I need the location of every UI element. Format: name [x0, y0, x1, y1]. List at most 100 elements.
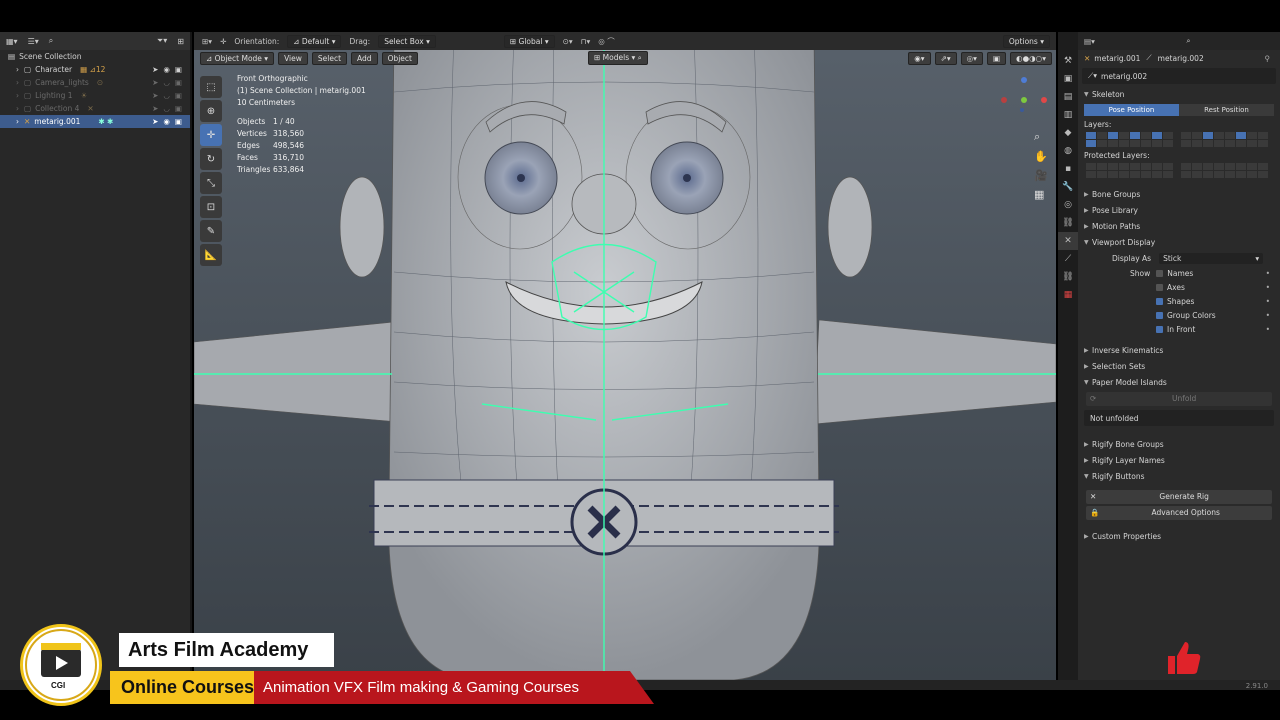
- outliner-item-metarig[interactable]: › ✕ metarig.001 ✱ ✱ ➤ ◉ ▣: [0, 115, 190, 128]
- panel-rigify-buttons[interactable]: ▼ Rigify Buttons: [1078, 468, 1280, 484]
- camera-view-icon[interactable]: 🎥: [1034, 169, 1048, 182]
- transform-orientation-select[interactable]: ⊞ Global ▾: [503, 34, 555, 48]
- proportional-edit-icon[interactable]: ◎ ⌒: [598, 36, 614, 47]
- expand-arrow-icon[interactable]: ›: [16, 104, 24, 113]
- new-collection-icon[interactable]: ⊞: [177, 37, 184, 46]
- world-tab-icon[interactable]: ◍: [1058, 142, 1078, 160]
- menu-select[interactable]: Select: [311, 51, 348, 65]
- menu-add[interactable]: Add: [351, 51, 378, 65]
- bone-constraint-tab-icon[interactable]: ⛓: [1058, 268, 1078, 286]
- annotate-tool-icon[interactable]: ✎: [200, 220, 222, 242]
- names-checkbox[interactable]: [1156, 269, 1164, 277]
- physics-tab-icon[interactable]: ◎: [1058, 196, 1078, 214]
- render-camera-icon[interactable]: ▣: [175, 65, 182, 74]
- shapes-checkbox[interactable]: [1156, 297, 1163, 305]
- panel-rigify-layer-names[interactable]: ▶ Rigify Layer Names: [1078, 452, 1280, 468]
- show-group-colors-row[interactable]: Group Colors •: [1078, 308, 1280, 322]
- search-icon[interactable]: ⌕: [49, 36, 53, 46]
- axes-checkbox[interactable]: [1156, 283, 1163, 291]
- render-tab-icon[interactable]: ▣: [1058, 70, 1078, 88]
- group-colors-checkbox[interactable]: [1156, 311, 1163, 319]
- scene-tab-icon[interactable]: ◆: [1058, 124, 1078, 142]
- object-tab-icon[interactable]: ▪: [1058, 160, 1078, 178]
- advanced-options-button[interactable]: 🔒 Advanced Options: [1086, 506, 1272, 520]
- select-toggle-icon[interactable]: ➤: [152, 78, 158, 87]
- search-icon[interactable]: ⌕: [1186, 36, 1190, 46]
- pivot-point-icon[interactable]: ⊙▾: [563, 37, 573, 46]
- select-toggle-icon[interactable]: ➤: [152, 65, 158, 74]
- editor-type-icon[interactable]: ▦▾: [6, 37, 18, 46]
- visibility-select-icon[interactable]: ◉▾: [908, 51, 931, 65]
- transform-tool-icon[interactable]: ⊡: [200, 196, 222, 218]
- editor-type-icon[interactable]: ▤▾: [1084, 37, 1095, 46]
- armature-data-tab-icon[interactable]: ✕: [1058, 232, 1078, 250]
- pose-position-button[interactable]: Pose Position: [1084, 104, 1179, 116]
- move-tool-icon[interactable]: ✛: [200, 124, 222, 146]
- select-toggle-icon[interactable]: ➤: [152, 91, 158, 100]
- output-tab-icon[interactable]: ▤: [1058, 88, 1078, 106]
- panel-selection-sets[interactable]: ▶ Selection Sets: [1078, 358, 1280, 374]
- zoom-icon[interactable]: ⌕: [1034, 130, 1048, 144]
- select-toggle-icon[interactable]: ➤: [152, 117, 158, 126]
- constraints-tab-icon[interactable]: ⛓: [1058, 214, 1078, 232]
- outliner-item-character[interactable]: › ▢ Character ▦ ⊿12 ➤ ◉ ▣: [0, 63, 190, 76]
- show-names-row[interactable]: Show Names •: [1078, 266, 1280, 280]
- bone-tab-icon[interactable]: ⟋: [1058, 250, 1078, 268]
- select-toggle-icon[interactable]: ➤: [152, 104, 158, 113]
- panel-viewport-display[interactable]: ▼ Viewport Display: [1078, 234, 1280, 250]
- visibility-eye-icon[interactable]: ◡: [163, 104, 170, 113]
- modifier-tab-icon[interactable]: 🔧: [1058, 178, 1078, 196]
- xray-icon[interactable]: ▣: [986, 51, 1007, 65]
- gizmo-icon[interactable]: ⇗▾: [934, 51, 957, 65]
- navigation-gizmo[interactable]: [1000, 72, 1056, 112]
- orientation-select[interactable]: ⊿ Default ▾: [287, 34, 342, 48]
- rest-position-button[interactable]: Rest Position: [1179, 104, 1274, 116]
- display-as-dropdown[interactable]: Stick ▾: [1159, 252, 1264, 264]
- layers-grid[interactable]: [1078, 130, 1280, 149]
- rotate-tool-icon[interactable]: ↻: [200, 148, 222, 170]
- show-in-front-row[interactable]: In Front •: [1078, 322, 1280, 336]
- render-camera-icon[interactable]: ▣: [175, 91, 182, 100]
- outliner-item-collection-4[interactable]: › ▢ Collection 4 ✕ ➤ ◡ ▣: [0, 102, 190, 115]
- show-shapes-row[interactable]: Shapes •: [1078, 294, 1280, 308]
- overlay-icon[interactable]: ◎▾: [960, 51, 983, 65]
- outliner-item-lighting[interactable]: › ▢ Lighting 1 ☀ ➤ ◡ ▣: [0, 89, 190, 102]
- options-button[interactable]: Options ▾: [1002, 34, 1050, 48]
- select-box-tool-icon[interactable]: ⬚: [200, 76, 222, 98]
- panel-skeleton[interactable]: ▼ Skeleton: [1078, 86, 1280, 102]
- unfold-button[interactable]: ⟳ Unfold: [1086, 392, 1272, 406]
- menu-object[interactable]: Object: [381, 51, 418, 65]
- pan-hand-icon[interactable]: ✋: [1034, 150, 1048, 163]
- panel-pose-library[interactable]: ▶ Pose Library: [1078, 202, 1280, 218]
- view-layer-tab-icon[interactable]: ▥: [1058, 106, 1078, 124]
- collection-filter[interactable]: ⊞ Models ▾ ⌕: [588, 51, 648, 65]
- expand-arrow-icon[interactable]: ›: [16, 78, 24, 87]
- transform-pivot-icon[interactable]: ✛: [220, 37, 226, 46]
- scale-tool-icon[interactable]: ⤡: [200, 172, 222, 194]
- generate-rig-button[interactable]: ✕ Generate Rig: [1086, 490, 1272, 504]
- tool-tab-icon[interactable]: ⚒: [1058, 52, 1078, 70]
- visibility-eye-icon[interactable]: ◡: [163, 78, 170, 87]
- visibility-eye-icon[interactable]: ◉: [163, 117, 170, 126]
- snap-icon[interactable]: ⊓▾: [581, 37, 591, 46]
- search-icon[interactable]: ⌕: [638, 53, 642, 62]
- expand-arrow-icon[interactable]: ›: [16, 117, 24, 126]
- protected-layers-grid[interactable]: [1078, 161, 1280, 180]
- expand-arrow-icon[interactable]: ›: [16, 91, 24, 100]
- expand-arrow-icon[interactable]: ›: [16, 65, 24, 74]
- outliner-item-camera-lights[interactable]: › ▢ Camera_lights ⊙ ➤ ◡ ▣: [0, 76, 190, 89]
- measure-tool-icon[interactable]: 📐: [200, 244, 222, 266]
- drag-select[interactable]: Select Box ▾: [378, 34, 436, 48]
- pin-icon[interactable]: ⚲: [1265, 54, 1271, 63]
- panel-inverse-kinematics[interactable]: ▶ Inverse Kinematics: [1078, 342, 1280, 358]
- display-mode-icon[interactable]: ☰▾: [28, 37, 39, 46]
- render-camera-icon[interactable]: ▣: [175, 117, 182, 126]
- texture-tab-icon[interactable]: ▦: [1058, 286, 1078, 304]
- panel-bone-groups[interactable]: ▶ Bone Groups: [1078, 186, 1280, 202]
- mode-select[interactable]: ⊿ Object Mode ▾: [200, 51, 275, 65]
- panel-paper-model-islands[interactable]: ▼ Paper Model Islands: [1078, 374, 1280, 390]
- cursor-tool-icon[interactable]: ⊕: [200, 100, 222, 122]
- scene-collection-row[interactable]: ▤ Scene Collection: [0, 50, 190, 63]
- panel-rigify-bone-groups[interactable]: ▶ Rigify Bone Groups: [1078, 436, 1280, 452]
- panel-motion-paths[interactable]: ▶ Motion Paths: [1078, 218, 1280, 234]
